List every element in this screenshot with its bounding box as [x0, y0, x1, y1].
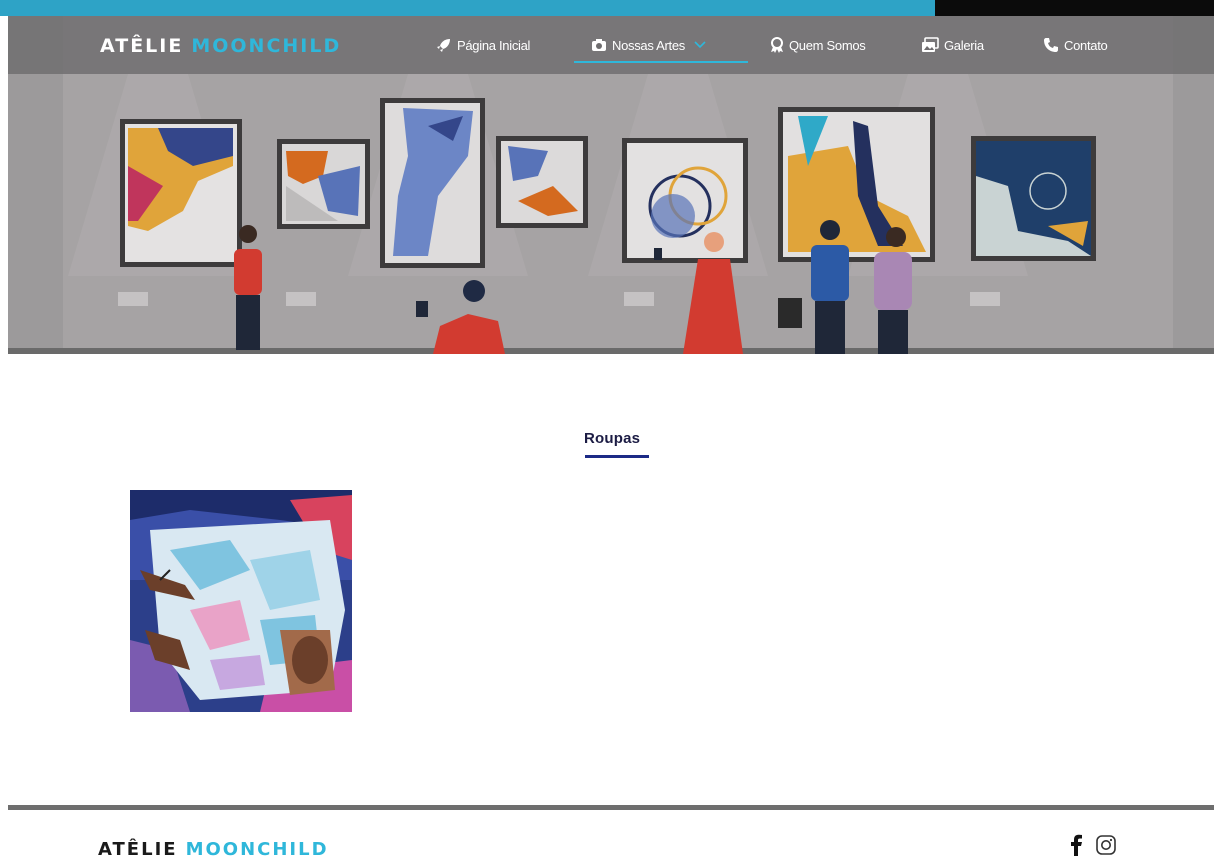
- nav-item-nossas-artes[interactable]: Nossas Artes: [591, 34, 712, 56]
- nav-item-quem-somos[interactable]: Quem Somos: [770, 34, 866, 56]
- brand-name-part2: MOONCHILD: [191, 35, 342, 57]
- tie-dye-shirt-photo: [130, 490, 352, 712]
- facebook-link[interactable]: [1066, 833, 1086, 857]
- rocket-icon: [437, 39, 450, 52]
- scroll-progress-bar: [0, 0, 1214, 16]
- instagram-link[interactable]: [1094, 833, 1118, 857]
- camera-icon: [592, 39, 606, 51]
- nav-active-underline: [574, 61, 748, 63]
- footer-brand-part2: MOONCHILD: [185, 839, 329, 860]
- section-title: Roupas: [584, 430, 641, 447]
- nav-item-home[interactable]: Página Inicial: [436, 34, 530, 56]
- chevron-down-icon: [694, 41, 706, 49]
- nav-item-galeria[interactable]: Galeria: [921, 34, 984, 56]
- nav-item-quem-somos-label: Quem Somos: [789, 37, 866, 53]
- facebook-icon: [1071, 834, 1082, 856]
- footer-divider: [8, 805, 1214, 810]
- instagram-icon: [1096, 835, 1116, 855]
- brand-name-part1: ATÊLIE: [100, 35, 184, 57]
- footer-brand-logo[interactable]: ATÊLIE MOONCHILD: [98, 839, 329, 860]
- nav-item-contato-label: Contato: [1064, 37, 1108, 53]
- nav-item-home-label: Página Inicial: [457, 37, 531, 53]
- images-icon: [922, 37, 939, 52]
- phone-icon: [1044, 38, 1058, 52]
- section-title-underline: [585, 455, 649, 458]
- gallery-photo[interactable]: [130, 490, 352, 712]
- award-icon: [771, 37, 783, 53]
- nav-item-galeria-label: Galeria: [944, 37, 984, 53]
- nav-item-contato[interactable]: Contato: [1043, 34, 1108, 56]
- scroll-progress-fill: [0, 0, 935, 16]
- footer-brand-part1: ATÊLIE: [98, 839, 178, 860]
- top-navbar: ATÊLIE MOONCHILD Página Inicial Nossas A…: [8, 16, 1214, 74]
- nav-item-nossas-artes-label: Nossas Artes: [612, 37, 685, 53]
- brand-logo[interactable]: ATÊLIE MOONCHILD: [100, 35, 341, 57]
